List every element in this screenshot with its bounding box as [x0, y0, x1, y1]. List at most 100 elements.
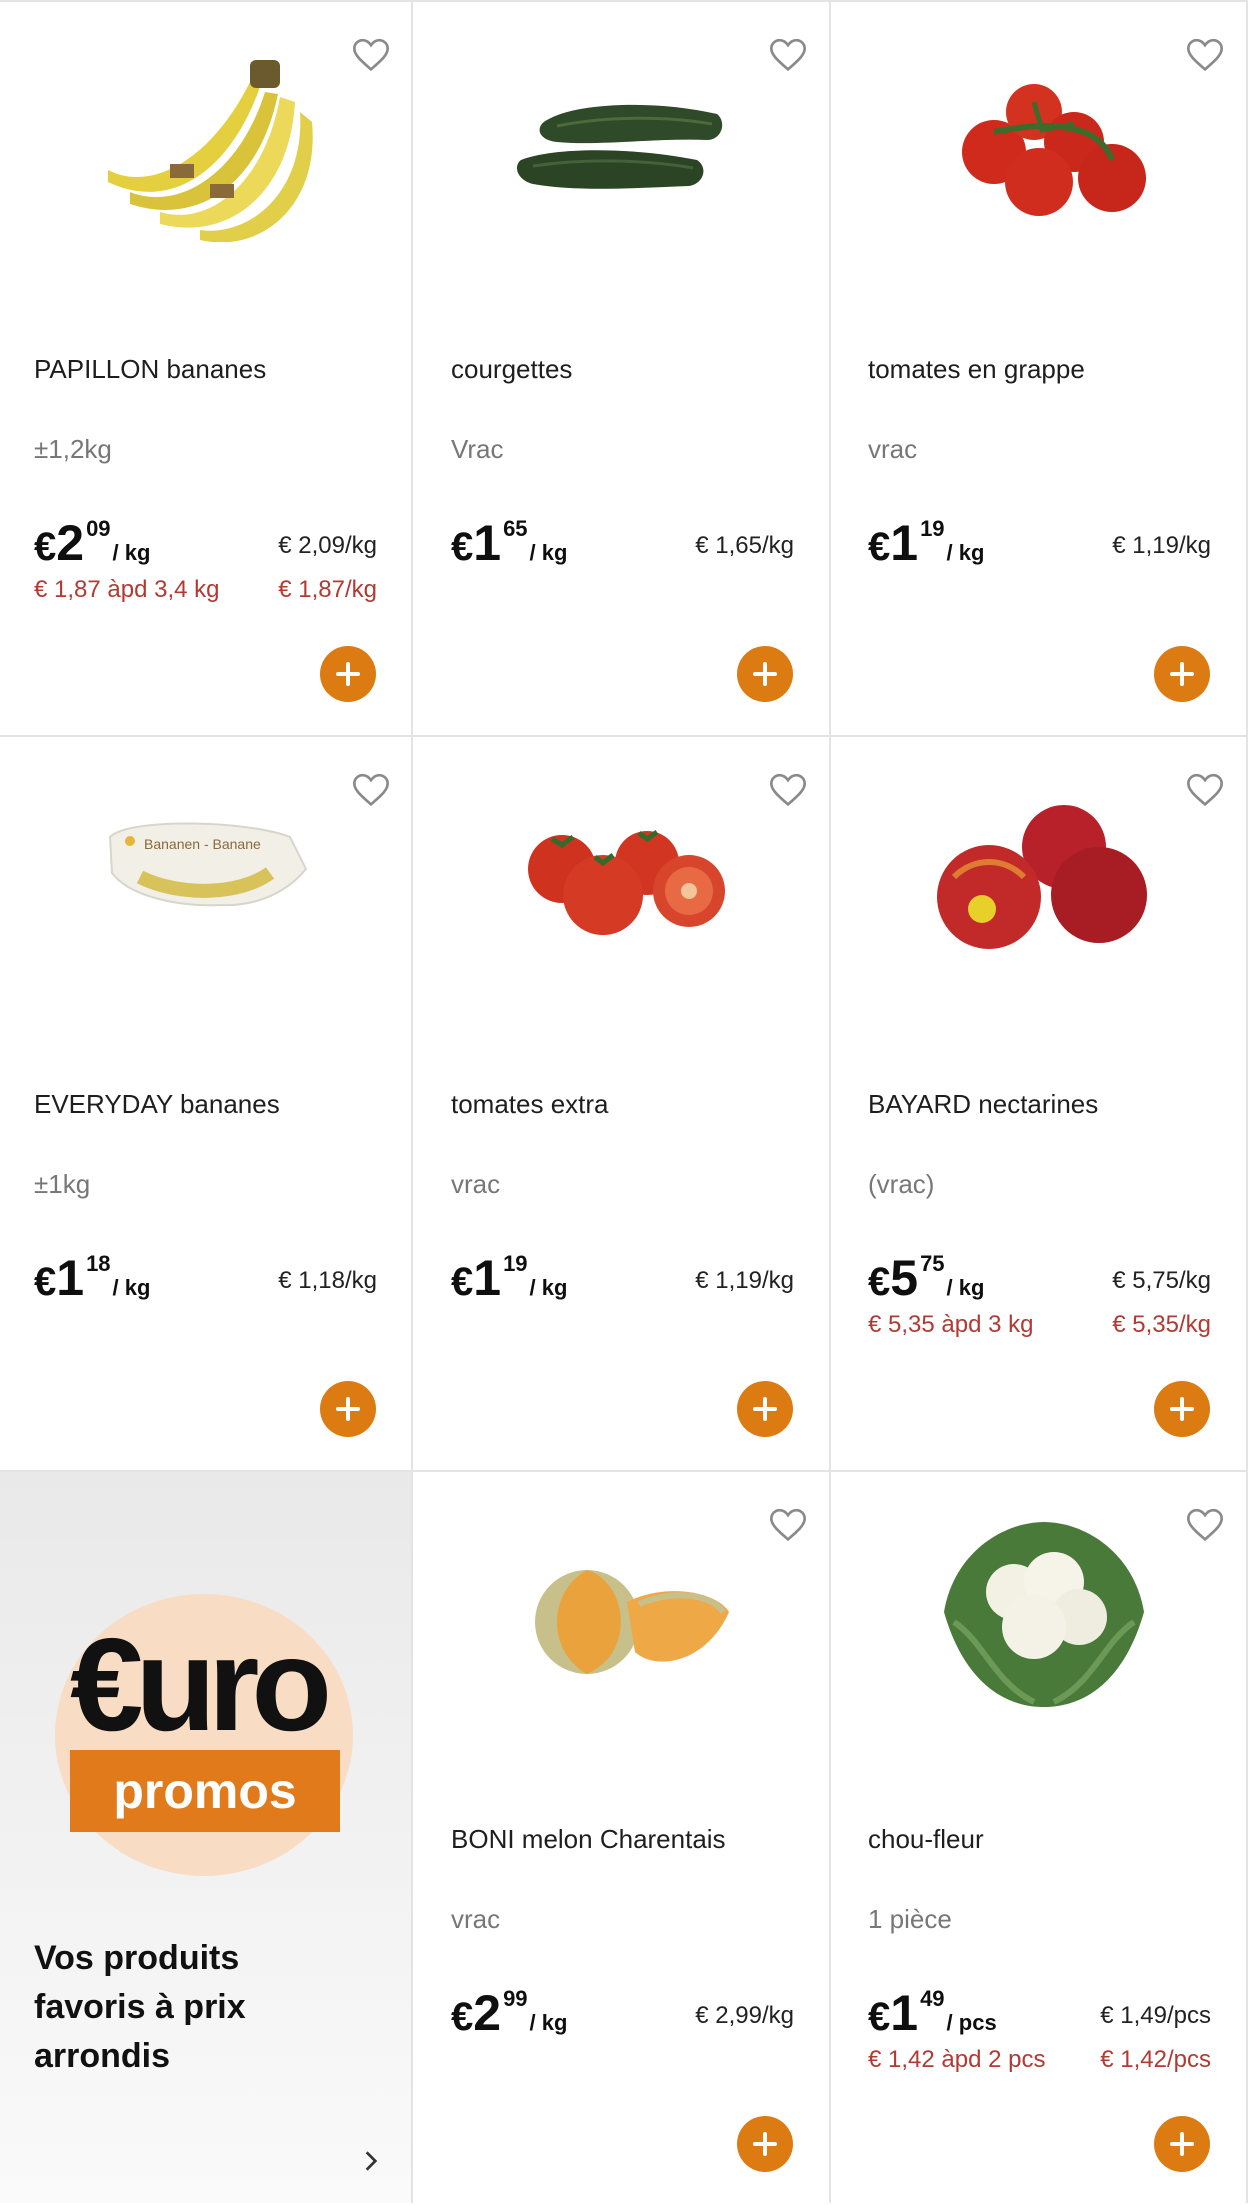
- price-unit: / kg: [946, 1275, 985, 1300]
- promo-price-text: € 1,87 àpd 3,4 kg: [34, 576, 220, 603]
- price-cents: 65: [503, 516, 528, 541]
- price-cents: 09: [86, 516, 111, 541]
- promo-unit-price: € 5,35/kg: [1112, 1311, 1211, 1338]
- promo-price-text: € 5,35 àpd 3 kg: [868, 1311, 1034, 1338]
- unit-price: € 1,18/kg: [278, 1267, 377, 1294]
- product-card[interactable]: Bananen - Banane EVERYDAY bananes ±1kg €…: [0, 737, 413, 1470]
- price-currency: €: [868, 525, 891, 569]
- favorite-heart-icon[interactable]: [351, 771, 391, 811]
- product-quantity: ±1,2kg: [34, 434, 112, 464]
- product-name[interactable]: BAYARD nectarines: [868, 1089, 1098, 1120]
- svg-text:Bananen - Banane: Bananen - Banane: [144, 836, 261, 852]
- add-to-cart-plus-icon[interactable]: [737, 1381, 793, 1437]
- add-to-cart-plus-icon[interactable]: [320, 1381, 376, 1437]
- product-price: €299/ kg: [451, 1984, 567, 2042]
- price-currency: €: [451, 1260, 474, 1304]
- favorite-heart-icon[interactable]: [1185, 36, 1225, 76]
- product-price: €118/ kg: [34, 1249, 150, 1307]
- unit-price: € 2,99/kg: [695, 2002, 794, 2029]
- unit-price: € 5,75/kg: [1112, 1267, 1211, 1294]
- price-unit: / kg: [112, 540, 151, 565]
- euro-promos-banner[interactable]: €uro promos Vos produits favoris à prix …: [0, 1472, 411, 2203]
- product-card[interactable]: PAPILLON bananes ±1,2kg €209/ kg € 2,09/…: [0, 2, 413, 735]
- product-quantity: vrac: [451, 1904, 501, 1934]
- bananas-image: [100, 42, 320, 242]
- product-quantity: ±1kg: [34, 1169, 91, 1199]
- product-card[interactable]: tomates en grappe vrac €119/ kg € 1,19/k…: [834, 2, 1247, 735]
- chevron-right-icon[interactable]: [358, 2148, 384, 2174]
- price-cents: 75: [920, 1251, 945, 1276]
- tomatoes-image: [517, 777, 737, 977]
- price-currency: €: [34, 1260, 57, 1304]
- price-currency: €: [34, 525, 57, 569]
- price-integer: 1: [473, 1250, 502, 1306]
- add-to-cart-plus-icon[interactable]: [1154, 646, 1210, 702]
- product-quantity: (vrac): [868, 1169, 935, 1199]
- euro-logo-text: €uro: [70, 1611, 332, 1758]
- price-integer: 2: [473, 1985, 502, 2041]
- product-price: €149/ pcs: [868, 1984, 997, 2042]
- product-name[interactable]: PAPILLON bananes: [34, 354, 266, 385]
- product-name[interactable]: chou-fleur: [868, 1824, 984, 1855]
- unit-price: € 1,19/kg: [695, 1267, 794, 1294]
- product-card[interactable]: chou-fleur 1 pièce €149/ pcs € 1,49/pcs …: [834, 1472, 1247, 2205]
- price-cents: 18: [86, 1251, 111, 1276]
- product-name[interactable]: tomates en grappe: [868, 354, 1085, 385]
- price-currency: €: [451, 525, 474, 569]
- product-price: €119/ kg: [451, 1249, 567, 1307]
- courgettes-image: [517, 42, 737, 242]
- product-name[interactable]: courgettes: [451, 354, 572, 385]
- add-to-cart-plus-icon[interactable]: [1154, 2116, 1210, 2172]
- product-card[interactable]: tomates extra vrac €119/ kg € 1,19/kg: [417, 737, 830, 1470]
- add-to-cart-plus-icon[interactable]: [1154, 1381, 1210, 1437]
- price-unit: / kg: [946, 540, 985, 565]
- product-card[interactable]: BAYARD nectarines (vrac) €575/ kg € 5,75…: [834, 737, 1247, 1470]
- add-to-cart-plus-icon[interactable]: [320, 646, 376, 702]
- price-cents: 99: [503, 1986, 528, 2011]
- unit-price: € 1,49/pcs: [1100, 2002, 1211, 2029]
- price-cents: 19: [503, 1251, 528, 1276]
- promo-price-text: € 1,42 àpd 2 pcs: [868, 2046, 1046, 2073]
- price-integer: 1: [890, 515, 919, 571]
- nectarines-image: [934, 777, 1154, 977]
- promo-tagline: Vos produits favoris à prix arrondis: [34, 1939, 246, 2075]
- price-cents: 49: [920, 1986, 945, 2011]
- favorite-heart-icon[interactable]: [768, 36, 808, 76]
- product-quantity: 1 pièce: [868, 1904, 952, 1934]
- promo-unit-price: € 1,87/kg: [278, 576, 377, 603]
- favorite-heart-icon[interactable]: [768, 1506, 808, 1546]
- favorite-heart-icon[interactable]: [351, 36, 391, 76]
- product-card[interactable]: courgettes Vrac €165/ kg € 1,65/kg: [417, 2, 830, 735]
- unit-price: € 1,19/kg: [1112, 532, 1211, 559]
- price-integer: 1: [473, 515, 502, 571]
- price-unit: / kg: [529, 540, 568, 565]
- product-name[interactable]: tomates extra: [451, 1089, 609, 1120]
- product-quantity: vrac: [451, 1169, 501, 1199]
- price-cents: 19: [920, 516, 945, 541]
- product-quantity: Vrac: [451, 434, 504, 464]
- product-name[interactable]: EVERYDAY bananes: [34, 1089, 280, 1120]
- favorite-heart-icon[interactable]: [1185, 771, 1225, 811]
- product-price: €119/ kg: [868, 514, 984, 572]
- product-price: €165/ kg: [451, 514, 567, 572]
- product-price: €575/ kg: [868, 1249, 984, 1307]
- product-quantity: vrac: [868, 434, 918, 464]
- price-integer: 2: [56, 515, 85, 571]
- unit-price: € 2,09/kg: [278, 532, 377, 559]
- product-name[interactable]: BONI melon Charentais: [451, 1824, 726, 1855]
- price-integer: 1: [890, 1985, 919, 2041]
- cauliflower-image: [934, 1512, 1154, 1712]
- add-to-cart-plus-icon[interactable]: [737, 646, 793, 702]
- price-unit: / kg: [529, 2010, 568, 2035]
- bagged-bananas-image: Bananen - Banane: [100, 777, 320, 977]
- favorite-heart-icon[interactable]: [1185, 1506, 1225, 1546]
- price-currency: €: [868, 1260, 891, 1304]
- product-card[interactable]: BONI melon Charentais vrac €299/ kg € 2,…: [417, 1472, 830, 2205]
- melon-image: [517, 1512, 737, 1712]
- favorite-heart-icon[interactable]: [768, 771, 808, 811]
- product-grid: PAPILLON bananes ±1,2kg €209/ kg € 2,09/…: [0, 0, 1248, 2205]
- add-to-cart-plus-icon[interactable]: [737, 2116, 793, 2172]
- price-currency: €: [868, 1995, 891, 2039]
- price-integer: 1: [56, 1250, 85, 1306]
- unit-price: € 1,65/kg: [695, 532, 794, 559]
